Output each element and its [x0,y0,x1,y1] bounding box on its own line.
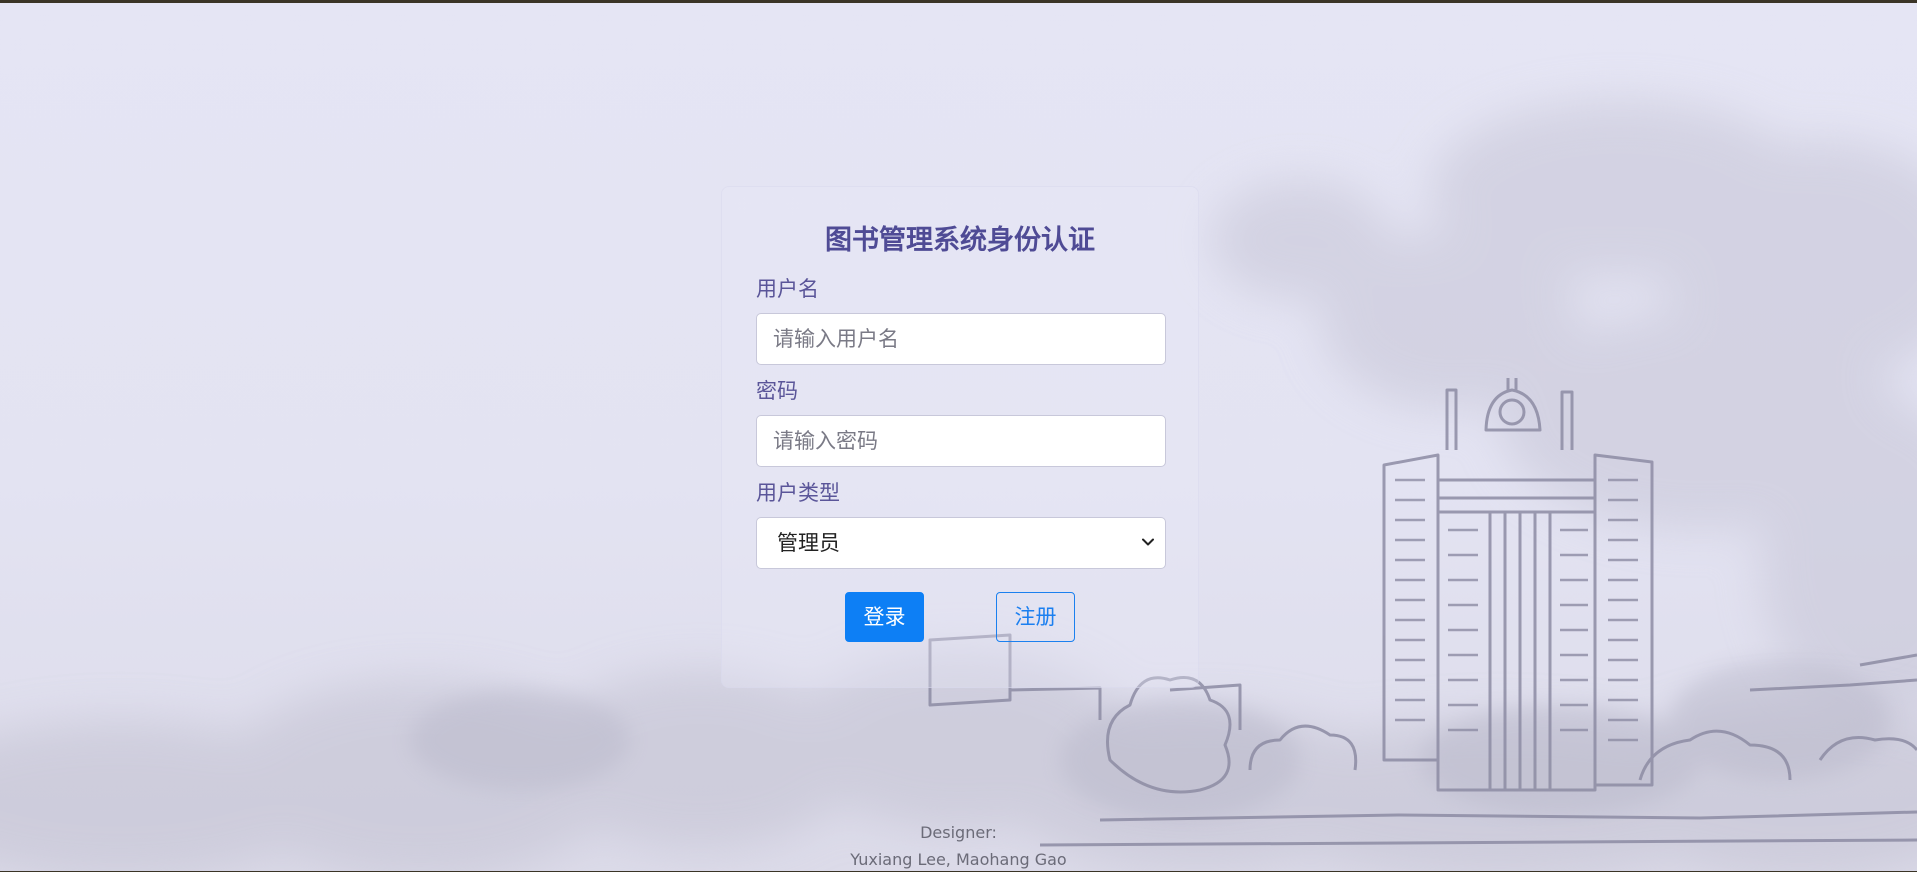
login-card: 图书管理系统身份认证 用户名 密码 用户类型 管理员 登录 注册 [721,186,1199,688]
password-label: 密码 [756,379,798,403]
password-input[interactable] [756,415,1166,467]
footer: Designer: Yuxiang Lee, Maohang Gao [0,819,1917,872]
chevron-down-icon [1142,538,1154,546]
action-buttons: 登录 注册 [756,592,1164,644]
footer-designer-label: Designer: [920,823,997,842]
username-label: 用户名 [756,277,819,301]
page-title: 图书管理系统身份认证 [825,225,1095,256]
login-button[interactable]: 登录 [845,592,924,642]
footer-designer-names: Yuxiang Lee, Maohang Gao [850,850,1067,869]
user-type-label: 用户类型 [756,481,840,505]
user-type-select[interactable]: 管理员 [756,517,1166,569]
username-input[interactable] [756,313,1166,365]
register-button[interactable]: 注册 [996,592,1075,642]
user-type-selected-value: 管理员 [777,531,840,555]
